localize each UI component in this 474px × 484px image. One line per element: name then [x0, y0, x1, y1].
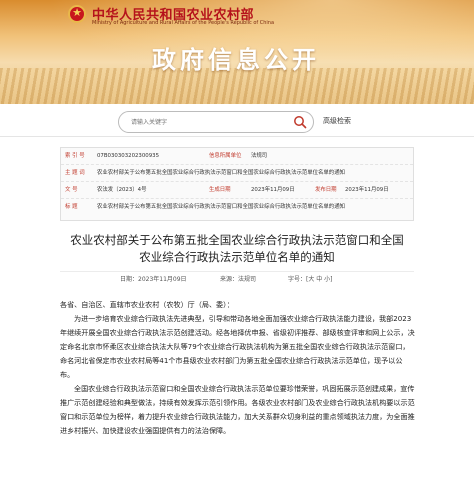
- notice-heading-line-1: 农业农村部关于公布第五批全国农业综合行政执法示范窗口和全国: [70, 233, 404, 247]
- body-paragraph-1: 为进一步培育农业综合行政执法先进典型，引导和带动各地全面加强农业综合行政执法能力…: [60, 314, 415, 379]
- advanced-search-link[interactable]: 高级检索: [323, 116, 351, 126]
- body-paragraph-2: 全国农业综合行政执法示范窗口和全国农业综合行政执法示范单位要珍惜荣誉，巩固拓展示…: [60, 384, 415, 435]
- search-box: [118, 111, 314, 133]
- ministry-name-english: Ministry of Agriculture and Rural Affair…: [92, 20, 275, 26]
- published-date-value: 2023年11月09日: [345, 187, 389, 193]
- index-label: 索 引 号: [65, 153, 85, 159]
- greeting: 各省、自治区、直辖市农业农村（农牧）厅（局、委）：: [60, 300, 234, 309]
- document-meta-table: 索 引 号 07B030303202300935 信息所属单位 法规司 主 题 …: [60, 147, 414, 221]
- article-info-bar: 日期：2023年11月09日 来源：法规司 字号：[大 中 小]: [60, 271, 414, 288]
- article-source: 来源：法规司: [220, 276, 257, 283]
- search-icon[interactable]: [293, 115, 307, 129]
- header-banner: 中华人民共和国农业农村部 Ministry of Agriculture and…: [0, 0, 474, 104]
- meta-row-docno: 文 号 农法发〔2023〕4号 生成日期 2023年11月09日 发布日期 20…: [61, 182, 413, 199]
- font-size-switcher[interactable]: 字号：[大 中 小]: [288, 274, 333, 283]
- subject-value: 农业农村部关于公布第五批全国农业综合行政执法示范窗口和全国农业综合行政执法示范单…: [97, 170, 345, 176]
- national-emblem-icon: [68, 5, 86, 23]
- meta-row-subject: 主 题 词 农业农村部关于公布第五批全国农业综合行政执法示范窗口和全国农业综合行…: [61, 165, 413, 182]
- title-value: 农业农村部关于公布第五批全国农业综合行政执法示范窗口和全国农业综合行政执法示范单…: [97, 204, 345, 210]
- docno-label: 文 号: [65, 187, 78, 193]
- index-value: 07B030303202300935: [97, 153, 160, 159]
- notice-heading: 农业农村部关于公布第五批全国农业综合行政执法示范窗口和全国 农业综合行政执法示范…: [60, 232, 414, 266]
- docno-value: 农法发〔2023〕4号: [97, 187, 147, 193]
- meta-row-title: 标 题 农业农村部关于公布第五批全国农业综合行政执法示范窗口和全国农业综合行政执…: [61, 199, 413, 215]
- meta-row-index: 索 引 号 07B030303202300935 信息所属单位 法规司: [61, 148, 413, 165]
- created-date-value: 2023年11月09日: [251, 187, 295, 193]
- notice-heading-line-2: 农业综合行政执法示范单位名单的通知: [139, 250, 335, 264]
- article-date: 日期：2023年11月09日: [120, 276, 187, 283]
- search-input[interactable]: [131, 116, 291, 128]
- unit-label: 信息所属单位: [209, 153, 242, 159]
- page-title: 政府信息公开: [152, 46, 320, 74]
- created-date-label: 生成日期: [209, 187, 231, 193]
- title-label: 标 题: [65, 204, 78, 210]
- article-body: 各省、自治区、直辖市农业农村（农牧）厅（局、委）： 为进一步培育农业综合行政执法…: [60, 298, 416, 438]
- search-bar: 高级检索: [0, 104, 474, 137]
- subject-label: 主 题 词: [65, 170, 85, 176]
- unit-value: 法规司: [251, 153, 268, 159]
- published-date-label: 发布日期: [315, 187, 337, 193]
